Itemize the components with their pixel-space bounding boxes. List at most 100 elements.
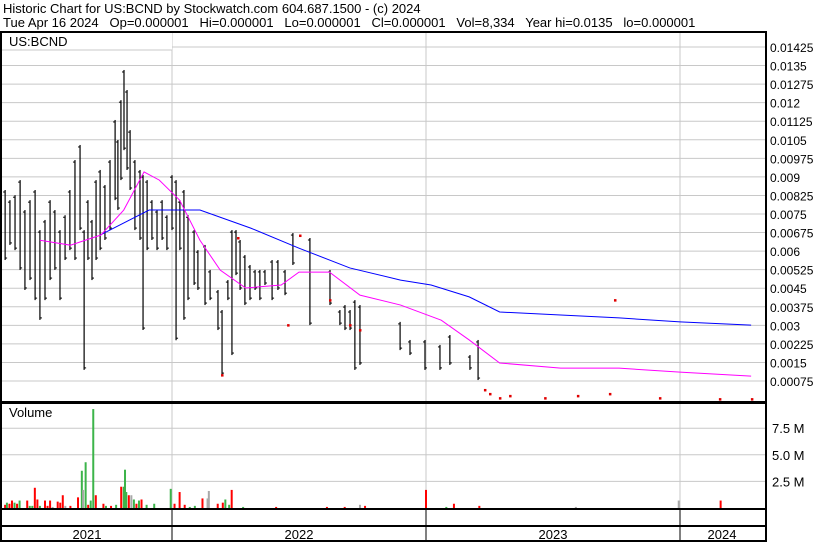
volume-bar xyxy=(153,503,156,508)
price-tick-label: 0.0045 xyxy=(770,282,807,296)
price-dot xyxy=(483,388,487,392)
volume-bar xyxy=(145,504,148,508)
chart-svg: 0.01425 0.0135 0.01275 0.012 0.01125 0.0105 0.… xyxy=(0,31,814,542)
volume-bar xyxy=(188,506,191,508)
volume-bar xyxy=(84,462,87,508)
price-tick-label: 0.006 xyxy=(770,245,800,259)
year-label: 2024 xyxy=(708,527,737,542)
volume-bar xyxy=(120,486,123,508)
volume-bar xyxy=(574,506,577,508)
volume-bar xyxy=(173,503,176,508)
volume-bar xyxy=(207,490,210,508)
price-dot xyxy=(658,397,662,400)
price-dot xyxy=(299,234,302,238)
volume-bar xyxy=(677,500,680,508)
volume-bar xyxy=(201,498,204,508)
volume-bar xyxy=(92,409,95,508)
chart-header-quote: Tue Apr 16 2024 Op=0.000001 Hi=0.000001 … xyxy=(3,15,696,30)
volume-bar xyxy=(178,492,181,508)
volume-bar xyxy=(104,505,107,508)
price-dot xyxy=(287,324,290,327)
volume-bar xyxy=(230,489,233,508)
volume-bar xyxy=(135,503,138,508)
volume-bar xyxy=(358,504,361,508)
volume-bar xyxy=(10,500,13,508)
volume-bar xyxy=(61,495,64,508)
price-tick-label: 0.01125 xyxy=(770,115,813,129)
volume-bar xyxy=(127,495,130,508)
volume-bar xyxy=(216,503,219,508)
symbol-label: US:BCND xyxy=(9,34,68,49)
volume-bar xyxy=(478,505,481,508)
volume-bar xyxy=(343,506,346,508)
volume-bar xyxy=(31,505,34,508)
price-tick-label: 0.00225 xyxy=(770,338,814,352)
volume-bar xyxy=(275,506,278,508)
price-tick-label: 0.0015 xyxy=(770,356,807,370)
volume-bar xyxy=(137,500,140,508)
volume-bar xyxy=(46,505,49,508)
price-tick-label: 0.00975 xyxy=(770,152,814,166)
volume-bar xyxy=(77,497,80,508)
price-dot xyxy=(750,398,754,401)
volume-bar xyxy=(18,500,21,508)
volume-bar xyxy=(224,499,227,508)
price-dot xyxy=(718,398,722,401)
year-label: 2023 xyxy=(539,527,568,542)
price-tick-label: 0.00375 xyxy=(770,301,814,315)
volume-bar xyxy=(325,506,328,508)
volume-label: Volume xyxy=(9,405,52,420)
volume-bar xyxy=(169,488,172,508)
volume-bar xyxy=(183,504,186,508)
volume-bar xyxy=(82,489,85,508)
volume-bar xyxy=(102,503,105,508)
volume-tick-label: 5.0 M xyxy=(772,448,805,463)
volume-bar xyxy=(130,495,133,508)
volume-bar xyxy=(110,505,113,508)
volume-panel xyxy=(0,402,767,510)
volume-bar xyxy=(132,499,135,508)
price-dot xyxy=(509,394,512,398)
price-tick-label: 0.00075 xyxy=(770,375,814,389)
price-tick-label: 0.00825 xyxy=(770,189,814,203)
volume-bar xyxy=(94,495,97,508)
volume-bar xyxy=(28,505,31,508)
volume-bar xyxy=(33,487,36,508)
volume-bar xyxy=(49,500,52,508)
price-dot xyxy=(576,394,580,398)
volume-bar xyxy=(242,506,245,508)
chart-header-title: Historic Chart for US:BCND by Stockwatch… xyxy=(3,1,421,16)
volume-bar xyxy=(69,505,72,508)
price-dot xyxy=(608,392,612,396)
volume-tick-label: 2.5 M xyxy=(772,474,805,489)
volume-bar xyxy=(125,492,128,508)
price-tick-label: 0.0105 xyxy=(770,134,807,148)
price-dot xyxy=(237,237,240,240)
volume-bar xyxy=(38,505,41,508)
volume-bar xyxy=(228,504,231,508)
price-tick-label: 0.0135 xyxy=(770,60,807,74)
volume-bar xyxy=(51,506,54,508)
volume-bar xyxy=(364,505,367,508)
price-tick-label: 0.01275 xyxy=(770,78,814,92)
volume-bar xyxy=(87,504,90,508)
price-tick-label: 0.00675 xyxy=(770,227,814,241)
volume-bar xyxy=(26,500,29,508)
price-dot xyxy=(221,374,224,377)
price-tick-label: 0.009 xyxy=(770,171,800,185)
price-dot xyxy=(489,392,492,396)
volume-bar xyxy=(56,501,59,508)
price-tick-label: 0.0075 xyxy=(770,208,807,222)
volume-tick-label: 7.5 M xyxy=(772,421,805,436)
volume-bar xyxy=(36,499,39,508)
volume-bar xyxy=(59,502,62,508)
price-tick-label: 0.00525 xyxy=(770,264,814,278)
volume-bar xyxy=(16,503,19,508)
volume-bar xyxy=(5,502,8,508)
volume-bar xyxy=(115,504,118,508)
volume-bar xyxy=(89,500,92,508)
volume-bar xyxy=(44,500,46,508)
chart-window: Historic Chart for US:BCND by Stockwatch… xyxy=(0,0,830,543)
year-label: 2022 xyxy=(285,527,314,542)
volume-bar xyxy=(193,505,196,508)
